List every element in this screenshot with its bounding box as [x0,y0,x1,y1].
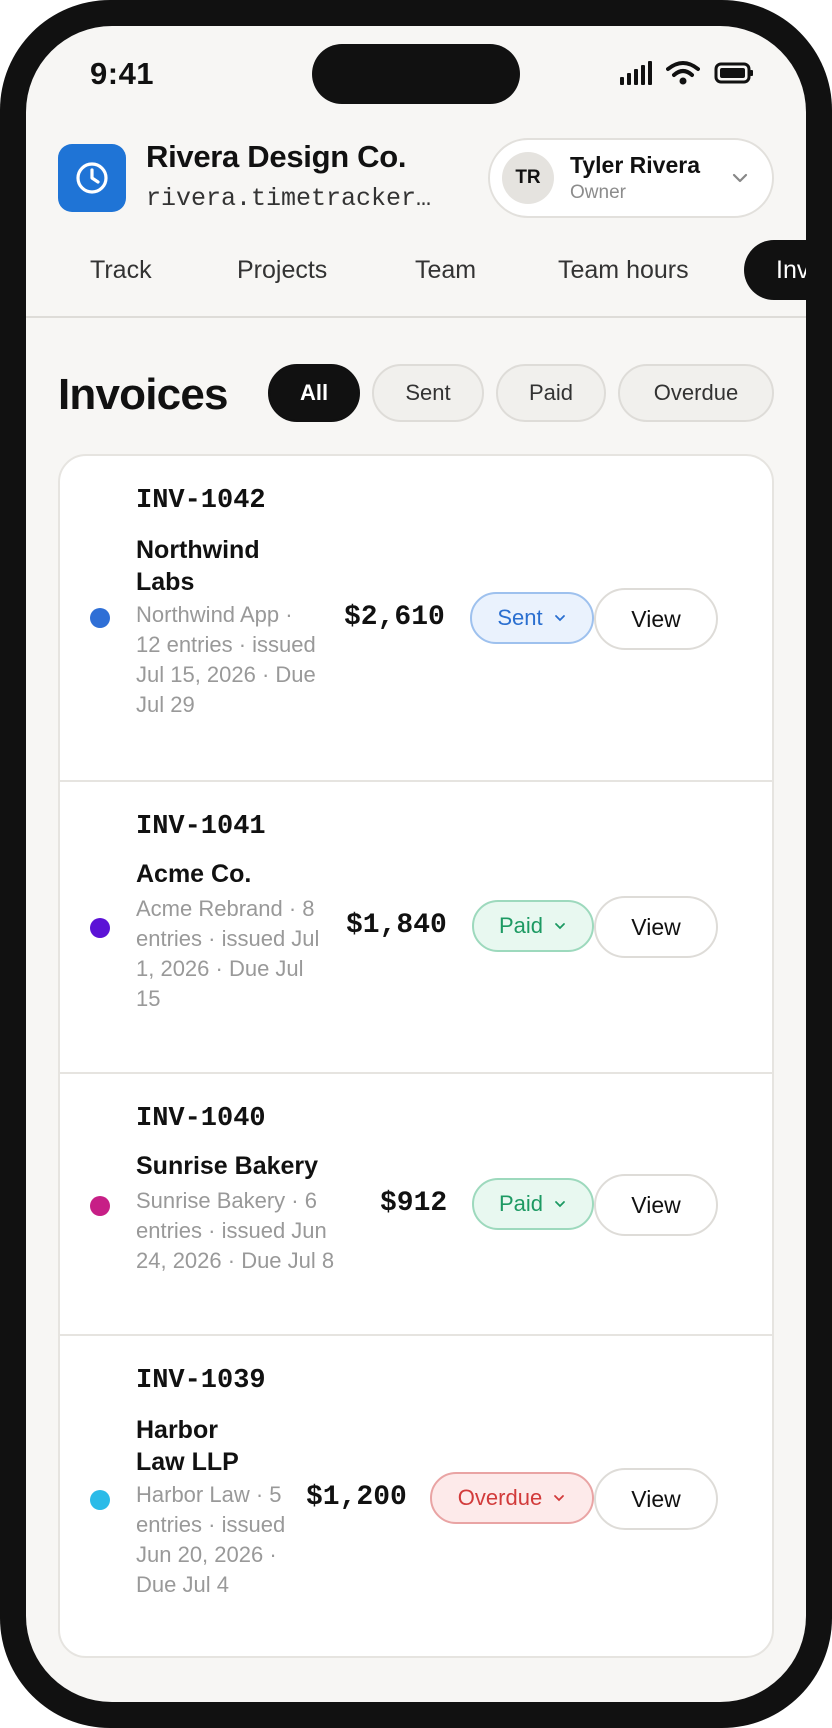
invoice-meta: Sunrise Bakery · 6 entries · issued Jun … [136,1188,335,1273]
client-color-dot [90,918,110,938]
invoice-meta: Acme Rebrand · 8 entries · issued Jul 1,… [136,896,320,1011]
status-dropdown[interactable]: Paid [472,1178,594,1230]
filter-all[interactable]: All [268,364,360,422]
filter-overdue[interactable]: Overdue [618,364,774,422]
invoice-number: INV-1039 [136,1366,266,1396]
signal-icon [620,61,652,85]
invoice-amount: $912 [380,1188,448,1219]
client-name: Acme Co. [136,860,252,888]
invoice-amount: $1,840 [346,910,447,941]
invoice-meta: Northwind App · 12 entries · issued Jul … [136,602,316,717]
chevron-down-icon [555,1201,565,1208]
chevron-down-icon [554,1495,565,1502]
tab-team[interactable]: Team [415,240,476,300]
invoice-row: INV-1041 Acme Co. Acme Rebrand · 8 entri… [60,780,772,1072]
invoice-row: INV-1042 Northwind Labs Northwind App · … [60,456,772,780]
clock-icon [76,162,108,194]
client-name: Sunrise Bakery [136,1152,319,1180]
dynamic-island [312,44,520,104]
app-screen: 9:41 Rivera Design Co. rivera.timetracke… [26,26,806,1702]
status-label: Overdue [457,1485,543,1510]
account-switcher[interactable]: TR Tyler Rivera Owner [488,138,774,218]
client-name: Harbor Law LLP [136,1416,239,1476]
chevron-down-icon [555,923,565,930]
avatar: TR [502,152,554,204]
app-logo [58,144,126,212]
view-invoice-button[interactable]: View [594,1174,718,1236]
status-dropdown[interactable]: Paid [472,900,594,952]
invoice-number: INV-1042 [136,486,266,516]
status-icons [620,58,754,88]
status-label: Sent [497,605,543,630]
status-label: Paid [498,1191,544,1216]
invoice-number: INV-1041 [136,812,266,842]
filter-sent[interactable]: Sent [372,364,484,422]
client-color-dot [90,1196,110,1216]
invoice-meta: Harbor Law · 5 entries · issued Jun 20, … [136,1482,286,1597]
chevron-down-icon [554,615,565,622]
tab-projects[interactable]: Projects [237,240,327,300]
phone-frame: 9:41 Rivera Design Co. rivera.timetracke… [0,0,832,1728]
status-time: 9:41 [90,56,155,91]
invoice-amount: $1,200 [306,1482,407,1513]
status-dropdown[interactable]: Overdue [430,1472,594,1524]
battery-icon [714,62,753,84]
tab-invoices[interactable]: Invoices [744,240,806,300]
user-role: Owner [570,182,626,203]
status-dropdown[interactable]: Sent [470,592,594,644]
status-label: Paid [498,913,544,938]
invoice-list: INV-1042 Northwind Labs Northwind App · … [58,454,774,1658]
tab-bar: Track Projects Team Team hours Invoices [26,238,806,318]
view-invoice-button[interactable]: View [594,896,718,958]
invoice-row: INV-1040 Sunrise Bakery Sunrise Bakery ·… [60,1072,772,1334]
user-name: Tyler Rivera [570,152,700,178]
view-invoice-button[interactable]: View [594,588,718,650]
client-color-dot [90,1490,110,1510]
invoice-number: INV-1040 [136,1104,266,1134]
tab-track[interactable]: Track [90,240,152,300]
invoice-amount: $2,610 [344,602,445,633]
chevron-down-icon [732,173,748,183]
client-color-dot [90,608,110,628]
wifi-icon [666,61,700,85]
page-title: Invoices [58,370,228,419]
view-invoice-button[interactable]: View [594,1468,718,1530]
invoice-row: INV-1039 Harbor Law LLP Harbor Law · 5 e… [60,1334,772,1656]
client-name: Northwind Labs [136,536,260,596]
filter-paid[interactable]: Paid [496,364,606,422]
org-name: Rivera Design Co. [146,139,407,174]
org-domain: rivera.timetracker.app [146,184,436,213]
tab-team-hours[interactable]: Team hours [558,240,689,300]
